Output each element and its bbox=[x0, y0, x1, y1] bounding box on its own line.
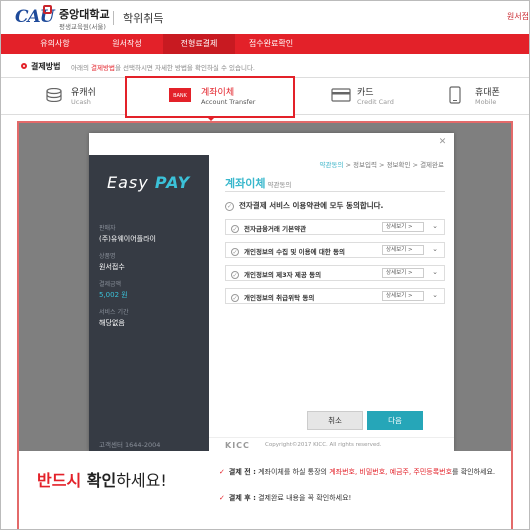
chevron-down-icon[interactable]: ⌄ bbox=[432, 245, 438, 253]
svg-text:BANK: BANK bbox=[173, 93, 188, 99]
check-icon: ✓ bbox=[219, 468, 225, 476]
bank-card-icon: BANK bbox=[169, 88, 191, 102]
university-name: 중앙대학교 bbox=[59, 8, 110, 21]
page-title: 학위취득 bbox=[123, 12, 164, 25]
period-value: 해당없음 bbox=[99, 319, 125, 327]
notice-after-payment: ✓ 결제 후 : 결제완료 내용을 꼭 확인하세요! bbox=[219, 494, 352, 502]
detail-view-button[interactable]: 상세보기 > bbox=[382, 222, 424, 232]
coins-icon bbox=[46, 88, 62, 102]
term-label: 개인정보의 취급위탁 동의 bbox=[244, 294, 315, 302]
check-icon: ✓ bbox=[219, 494, 225, 502]
term-label: 전자금융거래 기본약관 bbox=[244, 225, 307, 233]
seller-label: 판매자 bbox=[99, 225, 116, 232]
step-4: 결제완료 bbox=[420, 161, 444, 169]
method-description: 아래의 결제방법을 선택하시면 자세한 방법을 확인하실 수 있습니다. bbox=[71, 64, 255, 72]
detail-view-button[interactable]: 상세보기 > bbox=[382, 245, 424, 255]
university-sub: 평생교육원(서울) bbox=[59, 23, 106, 31]
close-icon[interactable]: ✕ bbox=[438, 138, 447, 147]
period-label: 서비스 기간 bbox=[99, 309, 129, 316]
product-label: 상품명 bbox=[99, 253, 116, 260]
modal-footer: KICC Copyright©2017 KICC. All rights res… bbox=[209, 437, 454, 451]
bullet-icon bbox=[21, 63, 27, 69]
product-value: 원서접수 bbox=[99, 263, 125, 271]
tab-label: 유캐쉬 bbox=[71, 88, 96, 98]
amount-value: 5,002 원 bbox=[99, 291, 128, 299]
modal-sidebar: Easy PAY 판매자 (주)유웨이어플라이 상품명 원서접수 결제금액 5,… bbox=[89, 155, 209, 451]
product-info: 상품명 원서접수 bbox=[99, 251, 125, 272]
easypay-modal: ✕ Easy PAY 판매자 (주)유웨이어플라이 상품명 원서접수 결제금액 … bbox=[89, 133, 454, 451]
nav-item-confirm[interactable]: 접수완료확인 bbox=[235, 34, 307, 54]
method-label: 결제방법 bbox=[31, 62, 61, 71]
university-logo[interactable]: CAU 중앙대학교 평생교육원(서울) bbox=[15, 5, 121, 31]
tab-mobile[interactable]: 휴대폰 Mobile bbox=[449, 78, 527, 114]
seller-info: 판매자 (주)유웨이어플라이 bbox=[99, 223, 156, 244]
seller-value: (주)유웨이어플라이 bbox=[99, 235, 156, 243]
term-item[interactable]: ✓ 개인정보의 제3자 제공 동의 상세보기 > ⌄ bbox=[225, 265, 445, 281]
tab-sublabel: Ucash bbox=[71, 98, 91, 106]
easypay-logo: Easy PAY bbox=[107, 173, 191, 192]
term-item[interactable]: ✓ 개인정보의 수집 및 이용에 대한 동의 상세보기 > ⌄ bbox=[225, 242, 445, 258]
amount-info: 결제금액 5,002 원 bbox=[99, 279, 128, 300]
tab-label: 계좌이체 bbox=[201, 88, 235, 98]
agree-all-label: 전자결제 서비스 이용약관에 모두 동의합니다. bbox=[239, 201, 384, 210]
period-info: 서비스 기간 해당없음 bbox=[99, 307, 129, 328]
payment-method-row: 결제방법 아래의 결제방법을 선택하시면 자세한 방법을 확인하실 수 있습니다… bbox=[1, 59, 529, 75]
modal-main: 약관동의 > 정보입력 > 정보확인 > 결제완료 계좌이체 약관동의 ✓ 전자결제… bbox=[209, 155, 454, 451]
agree-all-checkbox[interactable]: ✓ 전자결제 서비스 이용약관에 모두 동의합니다. bbox=[225, 200, 383, 211]
amount-label: 결제금액 bbox=[99, 281, 122, 288]
detail-view-button[interactable]: 상세보기 > bbox=[382, 291, 424, 301]
tab-label: 휴대폰 bbox=[475, 88, 500, 98]
tab-sublabel: Account Transfer bbox=[201, 98, 256, 106]
terms-list: ✓ 전자금융거래 기본약관 상세보기 > ⌄ ✓ 개인정보의 수집 및 이용에 대한… bbox=[225, 219, 445, 311]
tab-account-transfer[interactable]: BANK 계좌이체 Account Transfer bbox=[125, 76, 295, 118]
tab-label: 카드 bbox=[357, 88, 374, 98]
site-header: CAU 중앙대학교 평생교육원(서울) 학위취득 원서접 bbox=[1, 1, 529, 34]
tab-credit-card[interactable]: 카드 Credit Card bbox=[331, 78, 421, 114]
nav-item-payment[interactable]: 전형료결제 bbox=[163, 34, 235, 54]
chevron-down-icon[interactable]: ⌄ bbox=[432, 291, 438, 299]
customer-center: 고객센터 1644-2004 bbox=[99, 441, 161, 449]
check-icon: ✓ bbox=[225, 201, 234, 211]
step-indicator: 약관동의 > 정보입력 > 정보확인 > 결제완료 bbox=[319, 161, 444, 169]
term-label: 개인정보의 수집 및 이용에 대한 동의 bbox=[244, 248, 346, 256]
term-label: 개인정보의 제3자 제공 동의 bbox=[244, 271, 322, 279]
nav-item-application[interactable]: 원서작성 bbox=[91, 34, 163, 54]
check-icon: ✓ bbox=[231, 294, 239, 302]
step-3: 정보확인 bbox=[386, 161, 411, 169]
logo-emblem-icon bbox=[43, 5, 52, 14]
notice-panel: 반드시 확인하세요! ✓ 결제 전 : 계좌이체를 하실 통장의 계좌번호, 비밀… bbox=[19, 451, 511, 529]
header-divider bbox=[113, 11, 114, 25]
payment-tabs: 유캐쉬 Ucash BANK 계좌이체 Account Transfer 카드 … bbox=[1, 76, 529, 118]
check-icon: ✓ bbox=[231, 225, 239, 233]
tab-sublabel: Credit Card bbox=[357, 98, 394, 106]
step-2: 정보입력 bbox=[353, 161, 377, 169]
title-divider bbox=[225, 191, 445, 192]
copyright: Copyright©2017 KICC. All rights reserved… bbox=[265, 442, 382, 448]
modal-title: 계좌이체 약관동의 bbox=[225, 177, 292, 190]
cancel-button[interactable]: 취소 bbox=[307, 411, 363, 430]
next-button[interactable]: 다음 bbox=[367, 411, 423, 430]
credit-card-icon bbox=[331, 88, 351, 102]
notice-before-payment: ✓ 결제 전 : 계좌이체를 하실 통장의 계좌번호, 비밀번호, 예금주, 주민… bbox=[219, 468, 496, 476]
mobile-phone-icon bbox=[449, 86, 461, 104]
nav-item-notice[interactable]: 유의사항 bbox=[19, 34, 91, 54]
term-item[interactable]: ✓ 개인정보의 취급위탁 동의 상세보기 > ⌄ bbox=[225, 288, 445, 304]
chevron-down-icon[interactable]: ⌄ bbox=[432, 222, 438, 230]
page-frame: CAU 중앙대학교 평생교육원(서울) 학위취득 원서접 유의사항 원서작성 전… bbox=[0, 0, 530, 530]
detail-view-button[interactable]: 상세보기 > bbox=[382, 268, 424, 278]
header-right-link[interactable]: 원서접 bbox=[507, 11, 529, 22]
check-icon: ✓ bbox=[231, 248, 239, 256]
term-item[interactable]: ✓ 전자금융거래 기본약관 상세보기 > ⌄ bbox=[225, 219, 445, 235]
notice-heading: 반드시 확인하세요! bbox=[37, 471, 167, 490]
step-nav: 유의사항 원서작성 전형료결제 접수완료확인 bbox=[1, 34, 529, 54]
check-icon: ✓ bbox=[231, 271, 239, 279]
tab-sublabel: Mobile bbox=[475, 98, 497, 106]
step-1: 약관동의 bbox=[319, 161, 344, 169]
chevron-down-icon[interactable]: ⌄ bbox=[432, 268, 438, 276]
kicc-logo: KICC bbox=[225, 441, 250, 450]
